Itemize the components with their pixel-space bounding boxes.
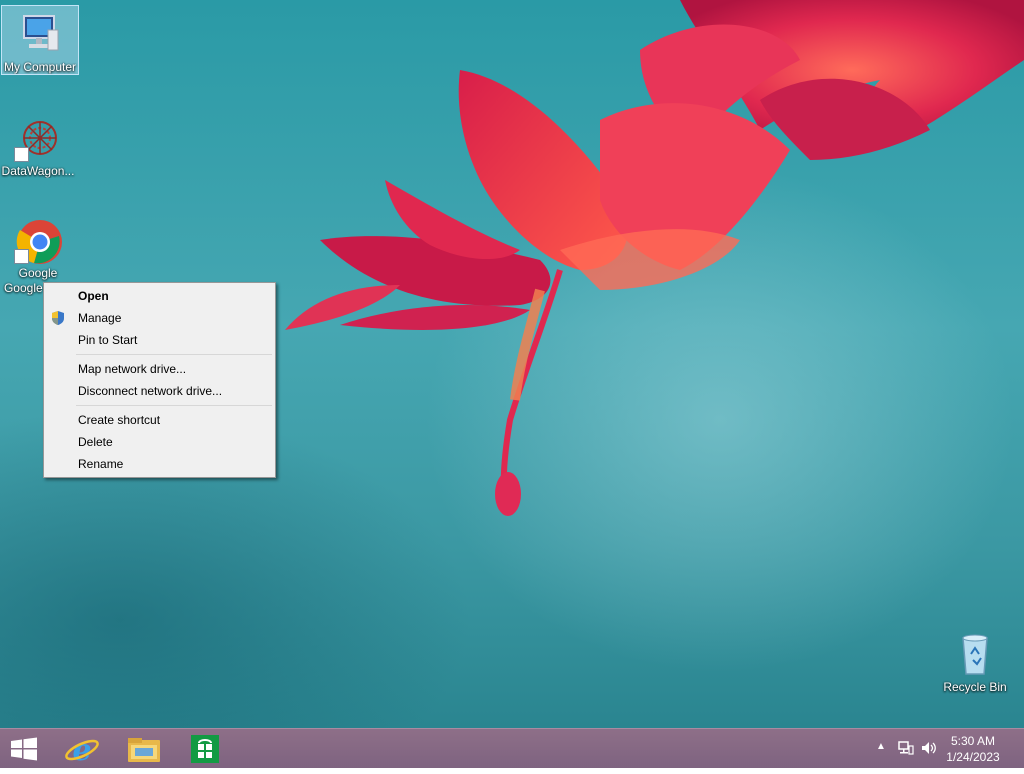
desktop-icon-label: My Computer <box>3 60 77 74</box>
datawagon-icon <box>14 114 62 162</box>
menu-item-manage[interactable]: Manage <box>44 307 275 329</box>
start-button[interactable] <box>0 729 48 769</box>
desktop[interactable]: My Computer DataWagon... Google Google C… <box>0 0 1024 728</box>
desktop-icon-label: DataWagon... <box>1 164 75 178</box>
desktop-icon-my-computer[interactable]: My Computer <box>1 5 79 75</box>
show-hidden-icons-chevron[interactable]: ▲ <box>876 741 886 752</box>
chrome-icon <box>14 216 62 264</box>
shortcut-arrow-icon <box>14 249 29 264</box>
clock-time: 5:30 AM <box>950 734 996 748</box>
clock-date: 1/24/2023 <box>946 750 1000 764</box>
taskbar-internet-explorer[interactable]: e <box>56 729 108 769</box>
menu-item-pin-to-start[interactable]: Pin to Start <box>44 329 275 351</box>
shortcut-arrow-icon <box>14 147 29 162</box>
menu-item-disconnect-network-drive[interactable]: Disconnect network drive... <box>44 380 275 402</box>
taskbar-file-explorer[interactable] <box>118 729 170 769</box>
recycle-bin-icon <box>951 630 999 678</box>
menu-item-delete[interactable]: Delete <box>44 431 275 453</box>
taskbar-clock[interactable]: 5:30 AM 1/24/2023 <box>938 733 1008 765</box>
context-menu: Open Manage Pin to Start Map network dri… <box>43 282 276 478</box>
notification-area: ▲ <box>870 729 936 769</box>
store-icon <box>191 735 219 763</box>
taskbar: e ▲ 5:30 AM 1/24/2023 <box>0 728 1024 768</box>
uac-shield-icon <box>50 310 66 326</box>
menu-separator <box>76 354 272 355</box>
volume-icon[interactable] <box>920 740 938 761</box>
menu-item-map-network-drive[interactable]: Map network drive... <box>44 358 275 380</box>
menu-item-label: Manage <box>78 311 122 325</box>
windows-start-icon <box>11 737 37 761</box>
desktop-icon-label: Recycle Bin <box>943 680 1007 694</box>
menu-item-open[interactable]: Open <box>44 285 275 307</box>
desktop-icon-datawagon[interactable]: DataWagon... <box>0 110 76 178</box>
file-explorer-icon <box>128 738 160 762</box>
menu-separator <box>76 405 272 406</box>
taskbar-store[interactable] <box>180 729 232 769</box>
computer-icon <box>16 10 64 58</box>
svg-text:e: e <box>72 733 91 768</box>
desktop-icon-recycle-bin[interactable]: Recycle Bin <box>937 626 1013 694</box>
network-icon[interactable] <box>898 740 914 761</box>
menu-item-rename[interactable]: Rename <box>44 453 275 475</box>
internet-explorer-icon: e <box>65 733 99 768</box>
menu-item-create-shortcut[interactable]: Create shortcut <box>44 409 275 431</box>
